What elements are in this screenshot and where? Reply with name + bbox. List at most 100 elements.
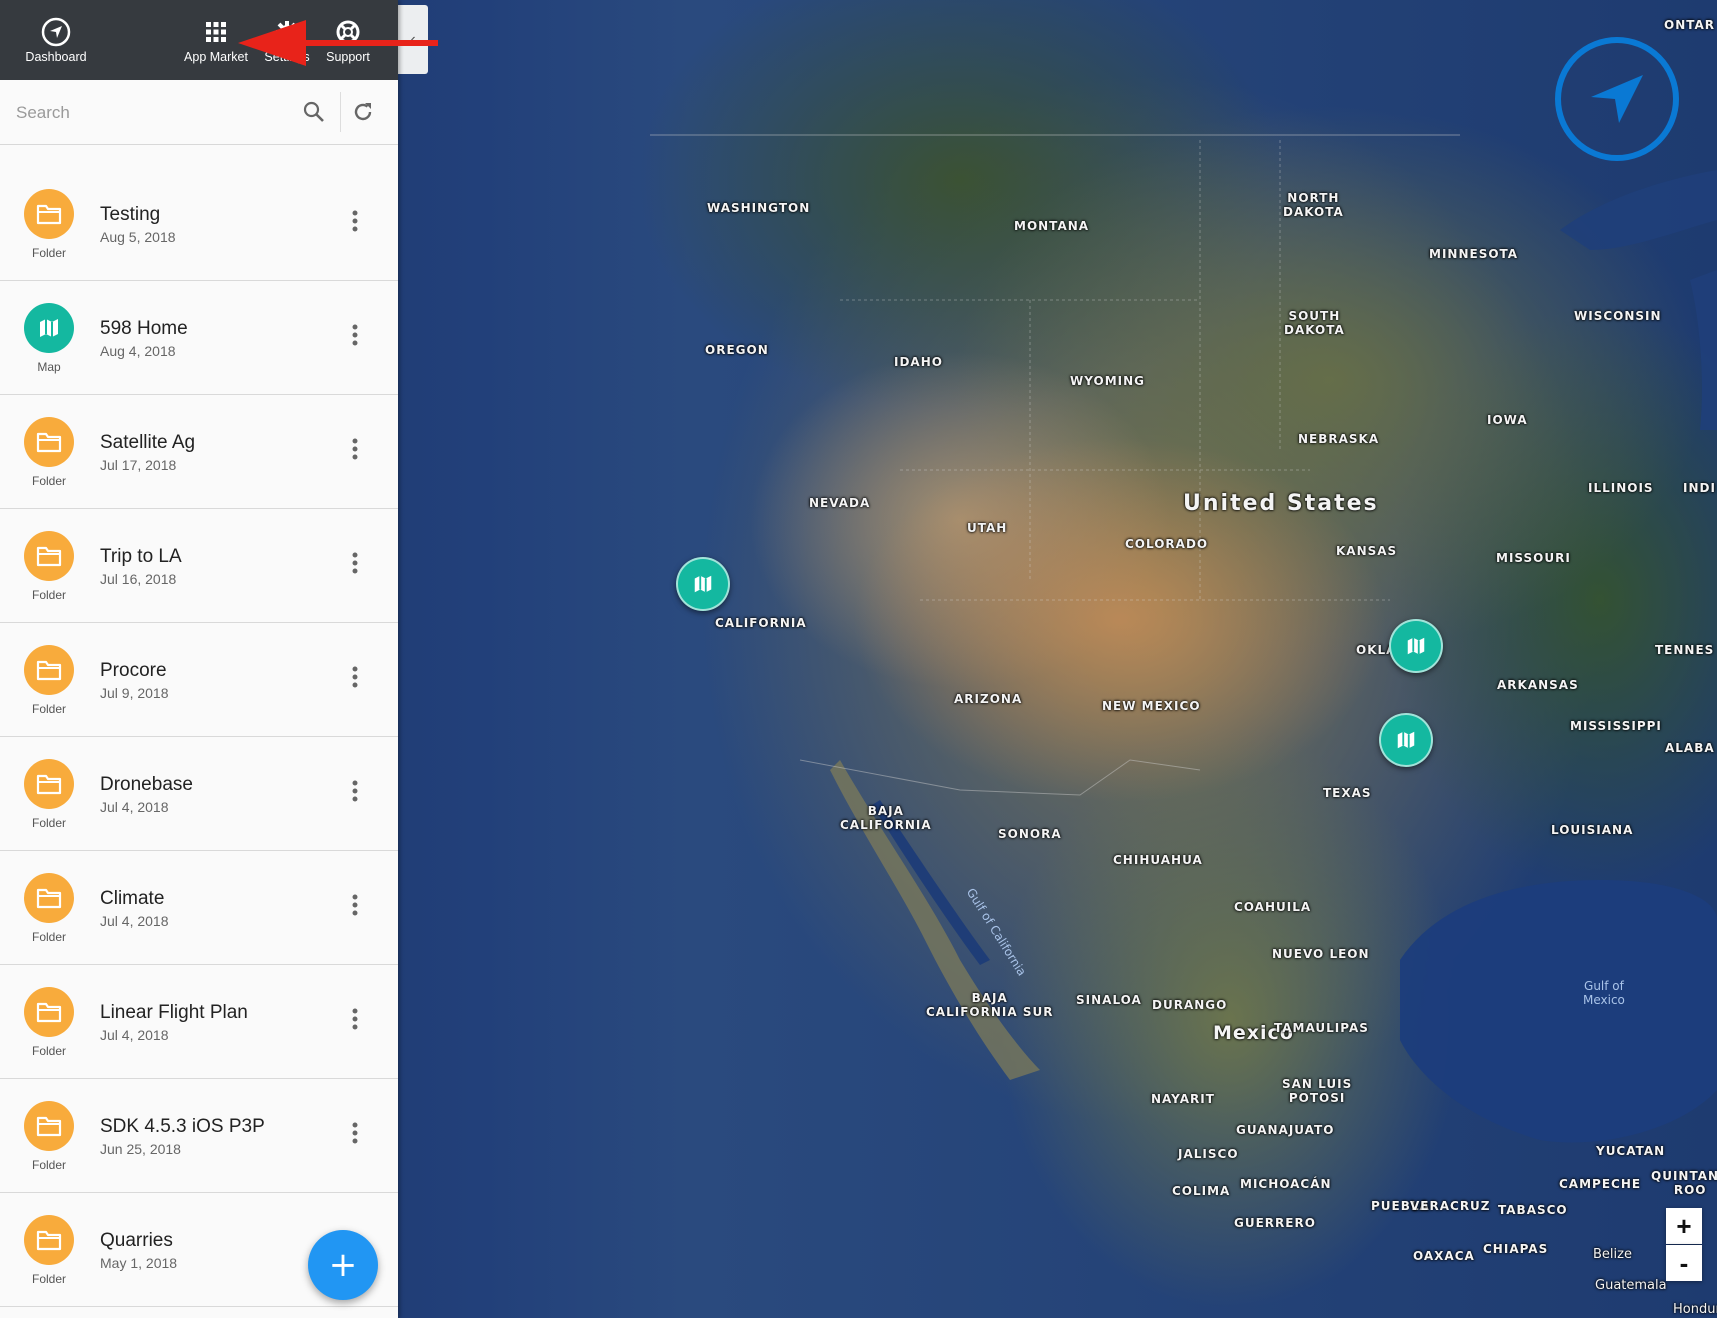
map-label-chihuahua: CHIHUAHUA bbox=[1113, 853, 1203, 867]
map-label-ontario: ONTAR bbox=[1664, 18, 1716, 32]
map-label-jalisco: JALISCO bbox=[1178, 1147, 1239, 1161]
map-label-minnesota: MINNESOTA bbox=[1429, 247, 1519, 261]
map-icon bbox=[1407, 637, 1425, 655]
item-date: Jul 17, 2018 bbox=[100, 457, 177, 473]
map-label-idaho: IDAHO bbox=[894, 355, 943, 369]
map-label-coahuila: COAHUILA bbox=[1234, 900, 1312, 914]
list-item[interactable]: Folder Procore Jul 9, 2018 bbox=[0, 623, 398, 737]
map-label-arkansas: ARKANSAS bbox=[1497, 678, 1579, 692]
item-date: Jul 4, 2018 bbox=[100, 913, 169, 929]
map-label-belize: Belize bbox=[1593, 1247, 1632, 1262]
item-name: 598 Home bbox=[100, 318, 188, 339]
map-label-montana: MONTANA bbox=[1014, 219, 1090, 233]
more-options-button[interactable] bbox=[340, 887, 370, 927]
list-item[interactable]: Folder Climate Jul 4, 2018 bbox=[0, 851, 398, 965]
map-label-guerrero: GUERRERO bbox=[1234, 1216, 1316, 1230]
map-icon bbox=[24, 303, 74, 353]
map-label-baja-california-sur: BAJA CALIFORNIA SUR bbox=[926, 991, 1054, 1019]
more-vert-icon bbox=[352, 438, 358, 465]
map-label-alabama: ALABA bbox=[1665, 741, 1715, 755]
map-label-durango: DURANGO bbox=[1152, 998, 1228, 1012]
more-vert-icon bbox=[352, 1008, 358, 1035]
map-label-iowa: IOWA bbox=[1487, 413, 1528, 427]
more-options-button[interactable] bbox=[340, 773, 370, 813]
map-label-oaxaca: OAXACA bbox=[1413, 1249, 1475, 1263]
map-label-washington: WASHINGTON bbox=[707, 201, 811, 215]
map-label-yucatan: YUCATAN bbox=[1596, 1144, 1666, 1158]
add-button[interactable]: + bbox=[308, 1230, 378, 1300]
divider bbox=[340, 92, 341, 132]
item-date: Aug 5, 2018 bbox=[100, 229, 176, 245]
more-options-button[interactable] bbox=[340, 545, 370, 585]
map-label-new-mexico: NEW MEXICO bbox=[1102, 699, 1201, 713]
map-label-nebraska: NEBRASKA bbox=[1298, 432, 1380, 446]
folder-icon bbox=[24, 531, 74, 581]
zoom-out-button[interactable]: - bbox=[1666, 1245, 1702, 1281]
map-label-nuevo-leon: NUEVO LEON bbox=[1272, 947, 1370, 961]
search-bar bbox=[0, 80, 398, 145]
nav-dashboard[interactable]: Dashboard bbox=[18, 0, 94, 80]
refresh-icon bbox=[354, 103, 372, 121]
item-type: Folder bbox=[31, 816, 66, 830]
map-label-quintana-roo: QUINTANA ROO bbox=[1651, 1169, 1717, 1197]
map-label-colima: COLIMA bbox=[1172, 1184, 1231, 1198]
map-icon bbox=[1397, 731, 1415, 749]
folder-icon bbox=[24, 1101, 74, 1151]
map-label-indiana: INDI bbox=[1683, 481, 1716, 495]
more-vert-icon bbox=[352, 894, 358, 921]
more-options-button[interactable] bbox=[340, 1115, 370, 1155]
list-item[interactable]: Folder Satellite Ag Jul 17, 2018 bbox=[0, 395, 398, 509]
item-name: Trip to LA bbox=[100, 546, 182, 567]
map-marker[interactable] bbox=[1389, 619, 1443, 673]
map-label-baja-california: BAJA CALIFORNIA bbox=[840, 804, 932, 832]
map-label-honduras: Hondura bbox=[1673, 1302, 1717, 1317]
annotation-arrow-icon bbox=[238, 20, 438, 66]
item-name: Testing bbox=[100, 204, 161, 225]
folder-icon bbox=[24, 987, 74, 1037]
list-item[interactable]: Folder Linear Flight Plan Jul 4, 2018 bbox=[0, 965, 398, 1079]
more-vert-icon bbox=[352, 552, 358, 579]
folder-icon bbox=[24, 759, 74, 809]
search-input[interactable] bbox=[14, 94, 298, 132]
more-options-button[interactable] bbox=[340, 203, 370, 243]
list-item[interactable]: Folder Trip to LA Jul 16, 2018 bbox=[0, 509, 398, 623]
more-options-button[interactable] bbox=[340, 1001, 370, 1041]
zoom-in-button[interactable]: + bbox=[1666, 1208, 1702, 1244]
map-label-sonora: SONORA bbox=[998, 827, 1062, 841]
map-label-nayarit: NAYARIT bbox=[1151, 1092, 1215, 1106]
list-item[interactable]: Map 598 Home Aug 4, 2018 bbox=[0, 281, 398, 395]
map-label-wyoming: WYOMING bbox=[1070, 374, 1145, 388]
map-marker[interactable] bbox=[1379, 713, 1433, 767]
more-vert-icon bbox=[352, 210, 358, 237]
refresh-button[interactable] bbox=[347, 96, 379, 128]
compass-icon bbox=[41, 16, 71, 48]
more-options-button[interactable] bbox=[340, 431, 370, 471]
item-type: Folder bbox=[31, 930, 66, 944]
map-label-missouri: MISSOURI bbox=[1496, 551, 1571, 565]
list-item[interactable]: Folder Dronebase Jul 4, 2018 bbox=[0, 737, 398, 851]
item-name: Satellite Ag bbox=[100, 432, 196, 453]
sidebar: Dashboard App Market Settings Support bbox=[0, 0, 398, 1318]
map-label-wisconsin: WISCONSIN bbox=[1574, 309, 1662, 323]
map-marker[interactable] bbox=[676, 557, 730, 611]
map-label-tabasco: TABASCO bbox=[1498, 1203, 1568, 1217]
compass-button[interactable] bbox=[1555, 37, 1679, 161]
item-name: Climate bbox=[100, 888, 165, 909]
item-type: Folder bbox=[31, 474, 66, 488]
more-options-button[interactable] bbox=[340, 317, 370, 357]
map-label-guatemala: Guatemala bbox=[1595, 1278, 1667, 1293]
item-name: Linear Flight Plan bbox=[100, 1002, 248, 1023]
map-label-arizona: ARIZONA bbox=[954, 692, 1023, 706]
map-label-nevada: NEVADA bbox=[809, 496, 871, 510]
folder-icon bbox=[24, 1215, 74, 1265]
search-button[interactable] bbox=[298, 96, 330, 128]
folder-icon bbox=[24, 645, 74, 695]
list-item[interactable]: Folder SDK 4.5.3 iOS P3P Jun 25, 2018 bbox=[0, 1079, 398, 1193]
list-item[interactable]: Folder Testing Aug 5, 2018 bbox=[0, 167, 398, 281]
folder-icon bbox=[24, 189, 74, 239]
item-name: Dronebase bbox=[100, 774, 193, 795]
map-label-campeche: CAMPECHE bbox=[1559, 1177, 1642, 1191]
map-label-chiapas: CHIAPAS bbox=[1483, 1242, 1549, 1256]
more-options-button[interactable] bbox=[340, 659, 370, 699]
search-icon bbox=[303, 101, 324, 122]
